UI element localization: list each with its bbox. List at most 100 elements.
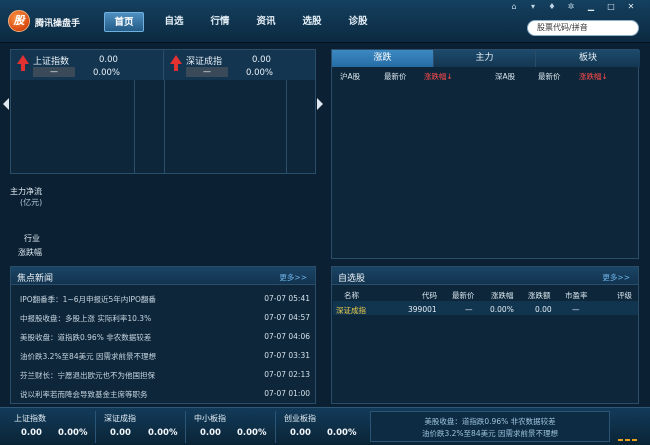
divider bbox=[275, 411, 276, 443]
news-item-time: 07-07 03:31 bbox=[264, 351, 310, 360]
index-card-shanghai[interactable]: 上证指数 — 0.00 0.00% bbox=[11, 50, 164, 80]
column-header-latest-price[interactable]: 最新价 bbox=[452, 290, 475, 301]
close-icon[interactable]: ✕ bbox=[626, 2, 636, 11]
ticker-index-value: 0.00 bbox=[200, 428, 221, 438]
watch-cell-pe: — bbox=[572, 305, 580, 314]
top-bar: 股 腾讯操盘手 首页 自选 行情 资讯 选股 诊股 ⌂ ▾ ♦ ✲ ▁ □ ✕ … bbox=[0, 0, 650, 43]
nav-home[interactable]: 首页 bbox=[104, 12, 144, 32]
tab-change[interactable]: 涨跌 bbox=[332, 50, 434, 67]
news-item-title[interactable]: 油价跌3.2%至84美元 因需求前景不理想 bbox=[20, 351, 156, 362]
news-panel: 焦点新闻 更多>> IPO翻番季：1~6月申报近5年内IPO翻番 07-07 0… bbox=[10, 266, 316, 404]
news-more-link[interactable]: 更多>> bbox=[279, 272, 307, 283]
prev-arrow-icon[interactable] bbox=[3, 98, 9, 110]
news-item-time: 07-07 01:00 bbox=[264, 389, 310, 398]
up-arrow-stem bbox=[21, 63, 25, 71]
index-pct: 0.00% bbox=[93, 68, 121, 78]
change-pct-label: 涨跌幅 bbox=[18, 248, 42, 257]
nav-stock-picker[interactable]: 选股 bbox=[292, 12, 332, 32]
ticker-index-name[interactable]: 创业板指 bbox=[284, 413, 316, 424]
column-header-name[interactable]: 名称 bbox=[344, 290, 359, 301]
settings-icon[interactable]: ✲ bbox=[566, 2, 576, 11]
skin-icon[interactable]: ♦ bbox=[547, 2, 557, 11]
news-item-title[interactable]: 中报股收盘：多股上涨 实际利率10.3% bbox=[20, 313, 151, 324]
home-icon[interactable]: ⌂ bbox=[509, 2, 519, 11]
news-item-time: 07-07 04:06 bbox=[264, 332, 310, 341]
up-arrow-stem bbox=[174, 63, 178, 71]
watchlist-panel: 自选股 更多>> 名称 代码 最新价 涨跌幅 涨跌额 市盈率 评级 深证成指 3… bbox=[331, 266, 639, 404]
divider bbox=[286, 80, 287, 174]
ticker-index-pct: 0.00% bbox=[148, 428, 178, 438]
news-title: 焦点新闻 bbox=[17, 274, 54, 284]
ticker-news-line[interactable]: 美股收盘：道指跌0.96% 非农数据较差 bbox=[371, 416, 609, 427]
minimize-icon[interactable]: ▁ bbox=[586, 2, 596, 11]
news-item[interactable]: IPO翻番季：1~6月申报近5年内IPO翻番 07-07 05:41 bbox=[20, 294, 310, 308]
column-header-change-pct[interactable]: 涨跌幅↓ bbox=[579, 71, 608, 82]
index-name: 深证成指 bbox=[186, 57, 223, 67]
fund-flow-label: 主力净流 bbox=[10, 187, 42, 196]
fund-flow-unit: (亿元) bbox=[20, 198, 43, 207]
divider bbox=[185, 411, 186, 443]
column-header-sh-a[interactable]: 沪A股 bbox=[340, 71, 360, 82]
index-change: — bbox=[33, 67, 75, 77]
nav-watchlist[interactable]: 自选 bbox=[154, 12, 194, 32]
watch-cell-code: 399001 bbox=[408, 305, 437, 314]
watch-cell-change: 0.00 bbox=[535, 305, 552, 314]
column-header-latest-price[interactable]: 最新价 bbox=[384, 71, 407, 82]
news-item-title[interactable]: 说以利率若而降会导致基金主席等职务 bbox=[20, 389, 148, 400]
news-panel-header: 焦点新闻 更多>> bbox=[11, 267, 315, 285]
watch-cell-name[interactable]: 深证成指 bbox=[336, 305, 366, 316]
table-row[interactable] bbox=[333, 301, 638, 315]
column-header-change-pct[interactable]: 涨跌幅↓ bbox=[424, 71, 453, 82]
ticker-index-pct: 0.00% bbox=[327, 428, 357, 438]
news-item-time: 07-07 04:57 bbox=[264, 313, 310, 322]
tab-sector[interactable]: 板块 bbox=[536, 50, 640, 67]
watch-cell-pct: 0.00% bbox=[490, 305, 514, 314]
ticker-index-value: 0.00 bbox=[21, 428, 42, 438]
divider bbox=[134, 80, 135, 174]
index-value: 0.00 bbox=[99, 55, 118, 65]
ticker-news-box[interactable]: 美股收盘：道指跌0.96% 非农数据较差 油价跌3.2%至84美元 因需求前景不… bbox=[370, 411, 610, 442]
nav-diagnosis[interactable]: 诊股 bbox=[338, 12, 378, 32]
column-header-sz-a[interactable]: 深A股 bbox=[495, 71, 515, 82]
index-change: — bbox=[186, 67, 228, 77]
column-header-change[interactable]: 涨跌额 bbox=[528, 290, 551, 301]
news-item-time: 07-07 02:13 bbox=[264, 370, 310, 379]
next-arrow-icon[interactable] bbox=[317, 98, 323, 110]
nav-news[interactable]: 资讯 bbox=[246, 12, 286, 32]
news-item-title[interactable]: 芬兰财长：宁愿退出欧元也不为他国担保 bbox=[20, 370, 155, 381]
menu-icon[interactable]: ▾ bbox=[528, 2, 538, 11]
column-header-latest-price[interactable]: 最新价 bbox=[538, 71, 561, 82]
ticker-index-value: 0.00 bbox=[110, 428, 131, 438]
watchlist-more-link[interactable]: 更多>> bbox=[602, 272, 630, 283]
column-header-code[interactable]: 代码 bbox=[422, 290, 437, 301]
news-item[interactable]: 说以利率若而降会导致基金主席等职务 07-07 01:00 bbox=[20, 389, 310, 403]
news-item-title[interactable]: IPO翻番季：1~6月申报近5年内IPO翻番 bbox=[20, 294, 156, 305]
bottom-ticker: 上证指数 0.00 0.00% 深证成指 0.00 0.00% 中小板指 0.0… bbox=[0, 407, 650, 445]
index-value: 0.00 bbox=[252, 55, 271, 65]
ticker-index-pct: 0.00% bbox=[237, 428, 267, 438]
nav-quotes[interactable]: 行情 bbox=[200, 12, 240, 32]
watchlist-title: 自选股 bbox=[338, 274, 366, 284]
column-header-rating[interactable]: 评级 bbox=[617, 290, 632, 301]
news-item[interactable]: 中报股收盘：多股上涨 实际利率10.3% 07-07 04:57 bbox=[20, 313, 310, 327]
news-item[interactable]: 美股收盘：道指跌0.96% 非农数据较差 07-07 04:06 bbox=[20, 332, 310, 346]
column-header-change-pct[interactable]: 涨跌幅 bbox=[491, 290, 514, 301]
search-input[interactable]: 股票代码/拼音 bbox=[527, 20, 639, 36]
news-item-title[interactable]: 美股收盘：道指跌0.96% 非农数据较差 bbox=[20, 332, 151, 343]
divider bbox=[164, 80, 165, 174]
column-header-pe[interactable]: 市盈率 bbox=[565, 290, 588, 301]
news-item[interactable]: 油价跌3.2%至84美元 因需求前景不理想 07-07 03:31 bbox=[20, 351, 310, 365]
ticker-index-pct: 0.00% bbox=[58, 428, 88, 438]
ticker-index-name[interactable]: 中小板指 bbox=[194, 413, 226, 424]
index-card-shenzhen[interactable]: 深证成指 — 0.00 0.00% bbox=[164, 50, 316, 80]
news-item-time: 07-07 05:41 bbox=[264, 294, 310, 303]
tab-main-force[interactable]: 主力 bbox=[434, 50, 536, 67]
index-name: 上证指数 bbox=[33, 57, 70, 67]
app-logo: 股 bbox=[8, 10, 30, 32]
news-item[interactable]: 芬兰财长：宁愿退出欧元也不为他国担保 07-07 02:13 bbox=[20, 370, 310, 384]
ticker-index-name[interactable]: 上证指数 bbox=[14, 413, 46, 424]
ticker-news-line[interactable]: 油价跌3.2%至84美元 因需求前景不理想 bbox=[371, 428, 609, 439]
maximize-icon[interactable]: □ bbox=[606, 2, 616, 11]
index-panel: 上证指数 — 0.00 0.00% 深证成指 — 0.00 0.00% bbox=[10, 49, 316, 174]
ticker-index-name[interactable]: 深证成指 bbox=[104, 413, 136, 424]
